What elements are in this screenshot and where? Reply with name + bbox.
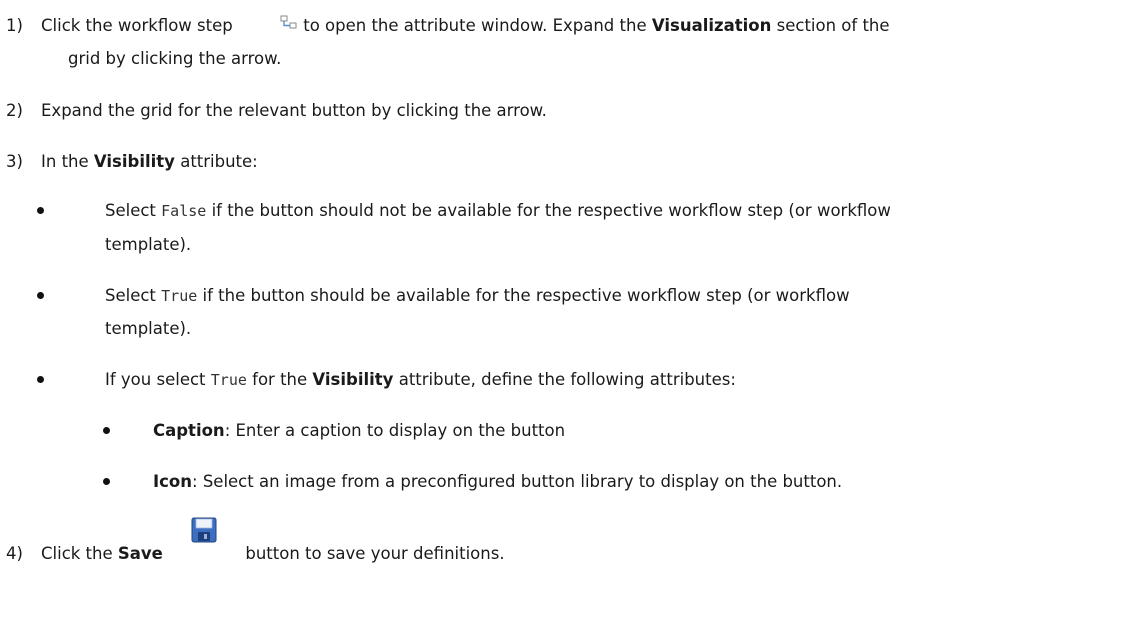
bullet-3-bold: Visibility <box>312 370 394 389</box>
code-false: False <box>161 202 207 220</box>
step-4-part-a: Click the <box>41 544 113 563</box>
step-3-part-b: attribute: <box>180 152 258 171</box>
bullet <box>37 292 44 299</box>
bullet-2-part-a: Select <box>105 286 156 305</box>
bullet-2-continued: template). <box>105 319 192 338</box>
sub-bullet <box>103 427 110 434</box>
code-true: True <box>161 287 198 305</box>
sub-bullet-caption: Caption: Enter a caption to display on t… <box>153 420 565 442</box>
step-number: 2) <box>6 101 23 120</box>
step-1-part-b: to open the attribute window. Expand the <box>303 16 647 35</box>
step-4-part-b: button to save your definitions. <box>245 544 505 563</box>
bullet-3-part-a: If you select <box>105 370 206 389</box>
bullet-1-text: Select False if the button should not be… <box>105 200 891 222</box>
floppy-save-icon <box>191 517 217 543</box>
caption-description: : Enter a caption to display on the butt… <box>224 421 566 440</box>
step-3-text: In the Visibility attribute: <box>41 151 258 173</box>
bullet-3-part-b: for the <box>252 370 308 389</box>
step-2-text: Expand the grid for the relevant button … <box>41 101 547 120</box>
step-number: 3) <box>6 152 23 171</box>
sub-bullet <box>103 478 110 485</box>
step-3-part-a: In the <box>41 152 89 171</box>
step-1-part-c: section of the <box>776 16 890 35</box>
bullet <box>37 207 44 214</box>
step-4-text: Click the Save button to save your defin… <box>41 543 505 565</box>
bullet-1-part-b: if the button should not be available fo… <box>211 201 891 220</box>
code-true: True <box>210 371 247 389</box>
bullet-3-text: If you select True for the Visibility at… <box>105 369 736 391</box>
step-1-text: Click the workflow step to open the attr… <box>41 15 890 37</box>
bullet-1-part-a: Select <box>105 201 156 220</box>
workflow-step-icon <box>280 15 297 29</box>
bullet-2-text: Select True if the button should be avai… <box>105 285 850 307</box>
step-1-part-a: Click the workflow step <box>41 16 233 35</box>
step-1-continued: grid by clicking the arrow. <box>68 49 282 68</box>
step-3-bold: Visibility <box>93 152 175 171</box>
bullet <box>37 376 44 383</box>
icon-description: : Select an image from a preconfigured b… <box>192 472 843 491</box>
step-number: 4) <box>6 544 23 563</box>
bullet-2-part-b: if the button should be available for th… <box>202 286 850 305</box>
step-4-bold: Save <box>117 544 163 563</box>
bullet-1-continued: template). <box>105 235 192 254</box>
step-1-bold: Visualization <box>651 16 772 35</box>
step-number: 1) <box>6 16 23 35</box>
bullet-3-part-c: attribute, define the following attribut… <box>398 370 736 389</box>
sub-bullet-icon: Icon: Select an image from a preconfigur… <box>153 471 842 493</box>
icon-label: Icon <box>153 472 193 491</box>
caption-label: Caption <box>153 421 225 440</box>
